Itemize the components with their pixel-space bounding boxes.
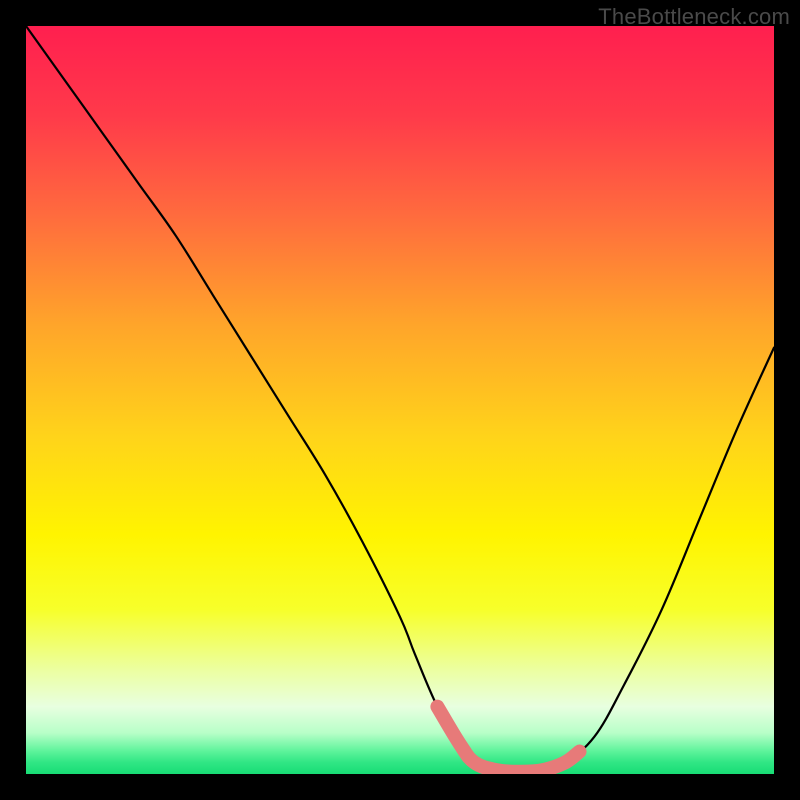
watermark-text: TheBottleneck.com: [598, 4, 790, 30]
bottleneck-curve: [26, 26, 774, 772]
plot-area: [26, 26, 774, 774]
chart-curve-layer: [26, 26, 774, 774]
highlight-segment: [437, 707, 579, 772]
chart-frame: TheBottleneck.com: [0, 0, 800, 800]
